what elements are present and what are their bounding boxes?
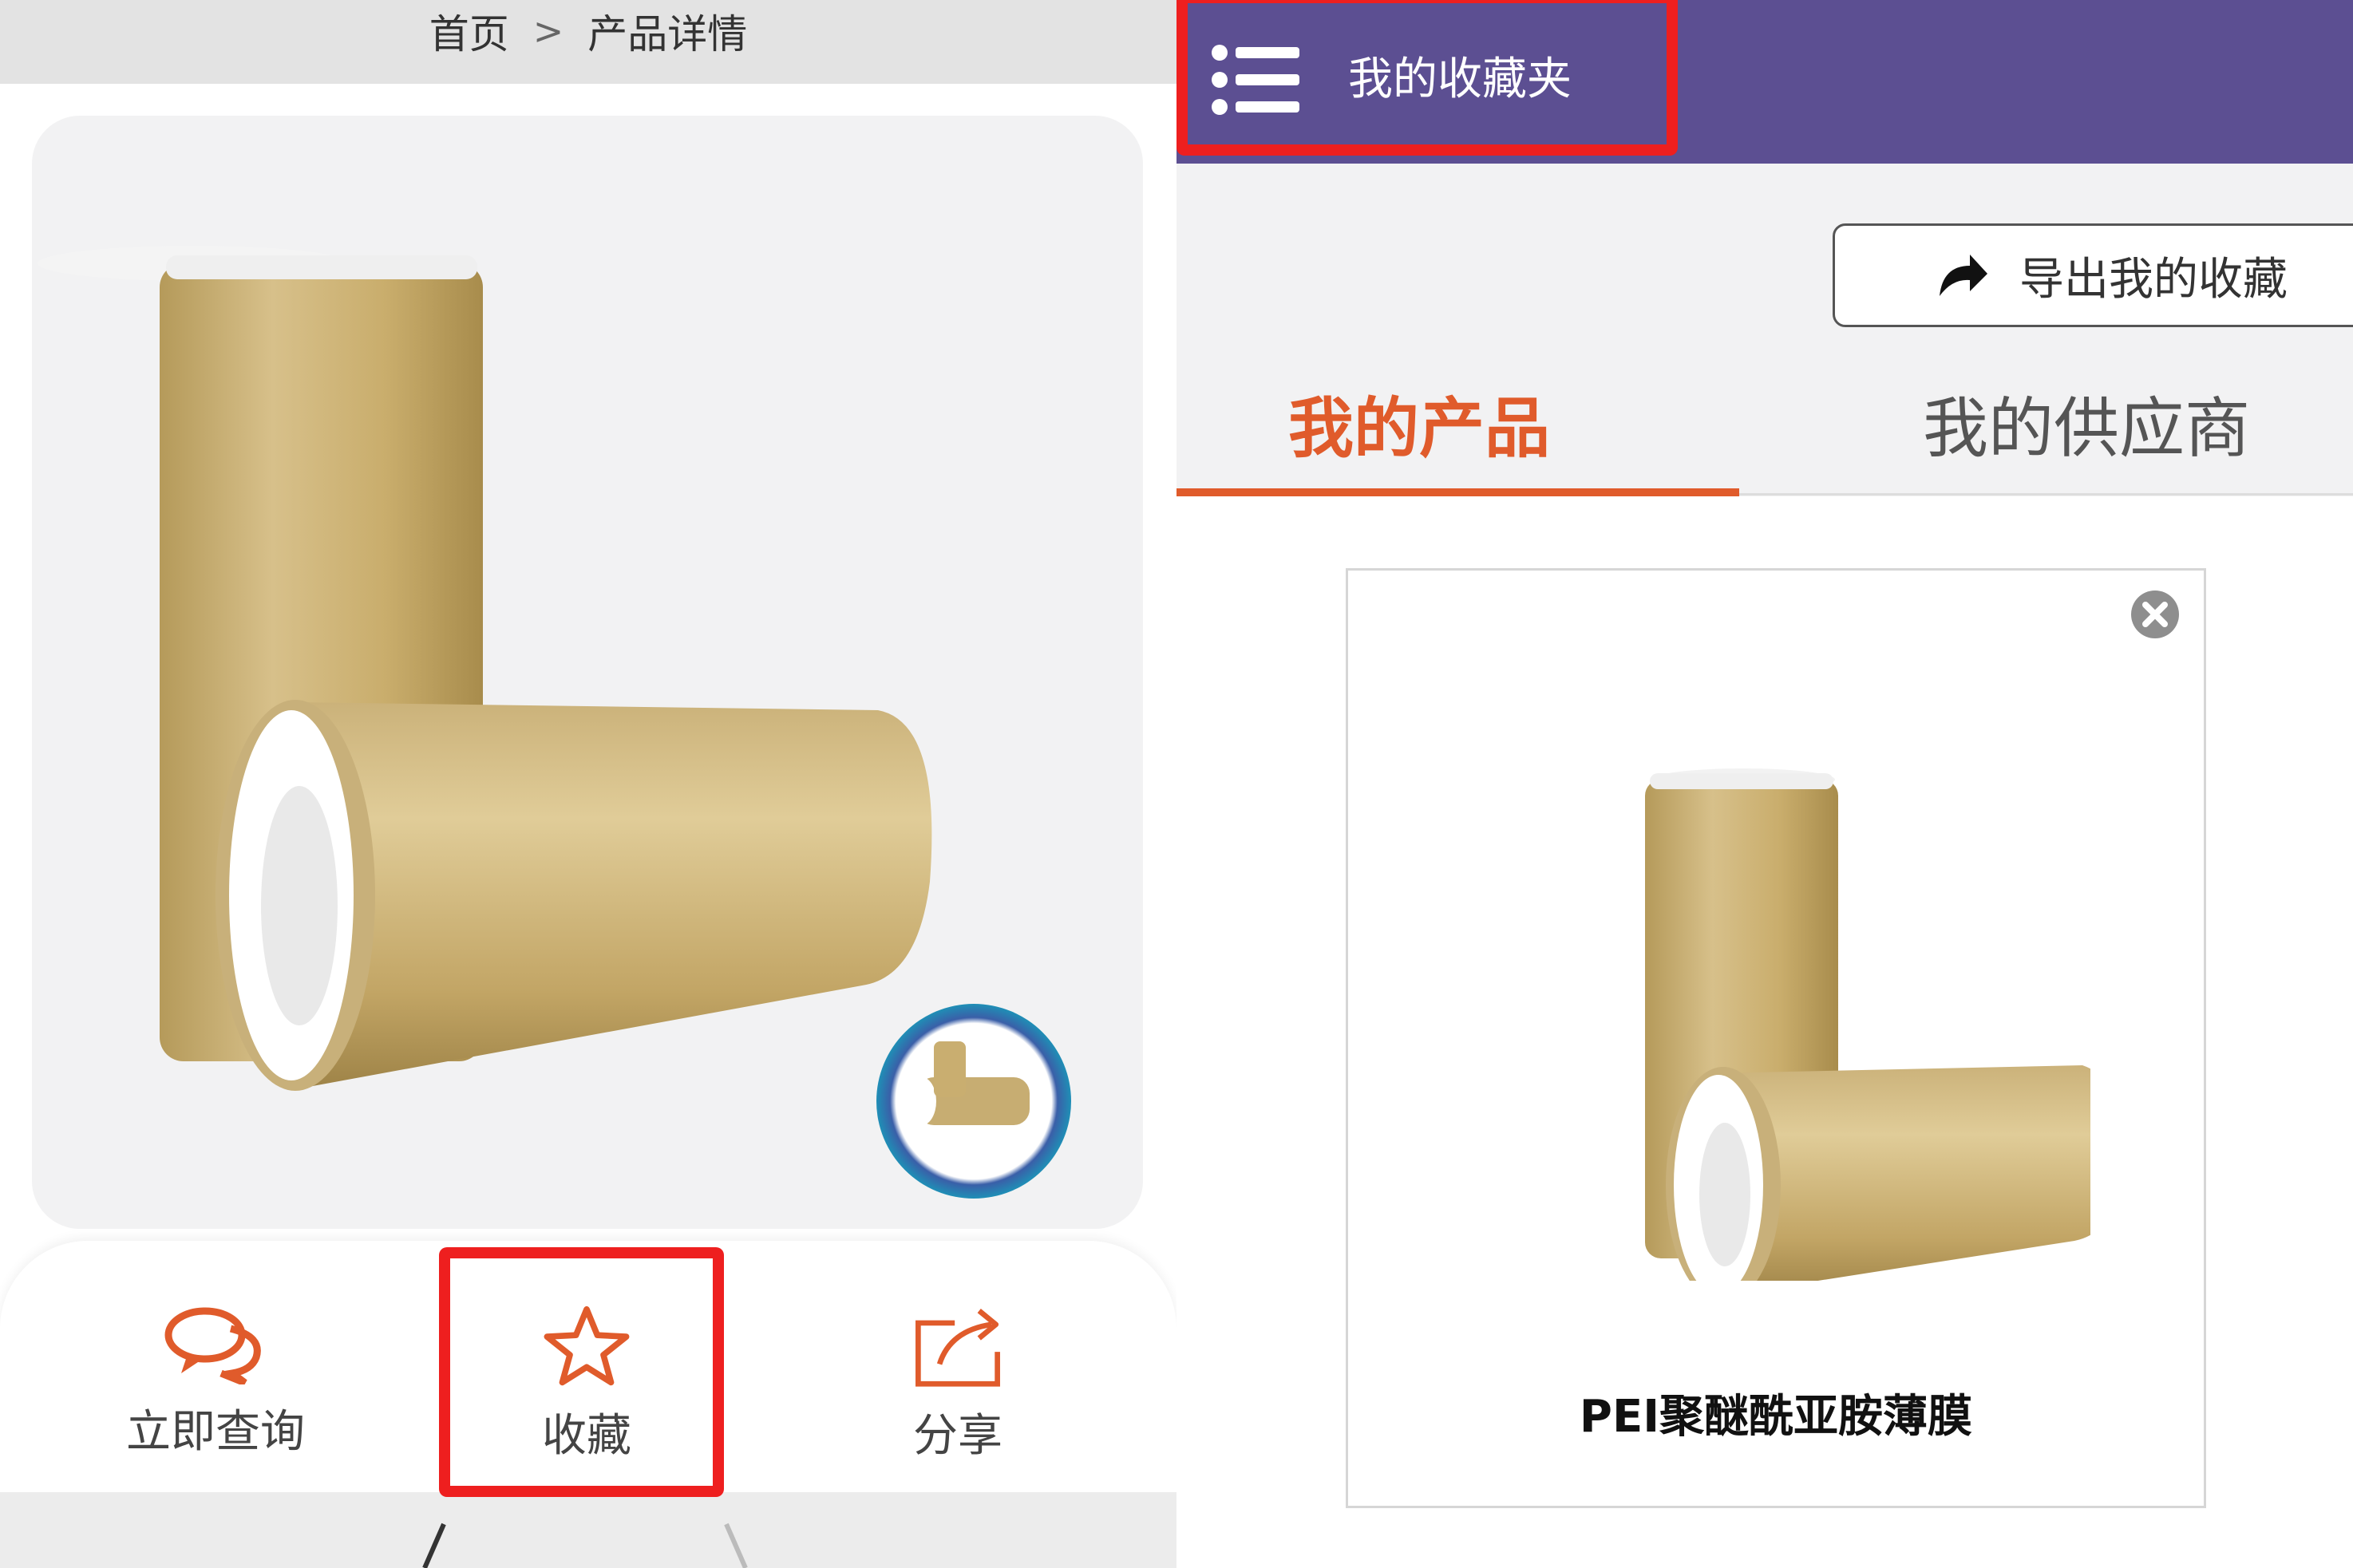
product-thumbnail[interactable]	[1468, 706, 2124, 1303]
share-label: 分享	[913, 1410, 1002, 1462]
product-detail-screen: 首页 > 产品详情 立即查询 收藏 分享	[0, 0, 1176, 1568]
share-arrow-icon	[1940, 255, 1987, 296]
inquire-label: 立即查询	[126, 1406, 305, 1458]
film-rolls-illustration	[38, 246, 1071, 1199]
breadcrumb-separator: >	[532, 9, 564, 53]
browser-bottom-bar	[0, 1492, 1176, 1568]
favorite-label: 收藏	[542, 1410, 631, 1462]
favorites-tabs: 我的产品 我的供应商	[1176, 343, 2353, 496]
share-box-icon	[915, 1309, 1000, 1387]
nav-arrows-icon	[422, 1523, 748, 1568]
favorites-list: PEI聚醚酰亚胺薄膜	[1176, 496, 2353, 1568]
tab-my-products[interactable]: 我的产品	[1288, 375, 1550, 470]
chat-bubbles-icon	[164, 1307, 261, 1384]
product-action-bar: 立即查询 收藏 分享	[0, 1241, 1176, 1504]
breadcrumb-current: 产品详情	[587, 10, 748, 57]
export-favorites-button[interactable]: 导出我的收藏	[1833, 223, 2353, 327]
tab-my-suppliers[interactable]: 我的供应商	[1923, 375, 2250, 470]
favorite-product-card[interactable]: PEI聚醚酰亚胺薄膜	[1346, 568, 2206, 1508]
star-icon	[544, 1305, 630, 1386]
favorites-title: 我的收藏夹	[1348, 53, 1572, 105]
close-circle-icon[interactable]	[2129, 588, 2181, 644]
film-rolls-thumbnail	[1645, 768, 2124, 1303]
inquire-button[interactable]: 立即查询	[96, 1305, 335, 1464]
breadcrumb-home[interactable]: 首页	[429, 2, 509, 60]
list-menu-icon[interactable]	[1210, 41, 1302, 120]
active-tab-indicator	[1176, 488, 1739, 496]
product-card-title[interactable]: PEI聚醚酰亚胺薄膜	[1348, 1380, 2204, 1445]
breadcrumb: 首页 > 产品详情	[0, 0, 1176, 84]
share-button[interactable]: 分享	[838, 1305, 1078, 1464]
favorite-button[interactable]: 收藏	[467, 1305, 706, 1464]
favorites-screen: 我的收藏夹 导出我的收藏 我的产品 我的供应商 PEI聚醚酰亚胺薄膜	[1176, 0, 2353, 1568]
product-image[interactable]	[32, 116, 1143, 1229]
export-favorites-label: 导出我的收藏	[2019, 253, 2288, 306]
favorites-header: 我的收藏夹	[1176, 0, 2353, 164]
